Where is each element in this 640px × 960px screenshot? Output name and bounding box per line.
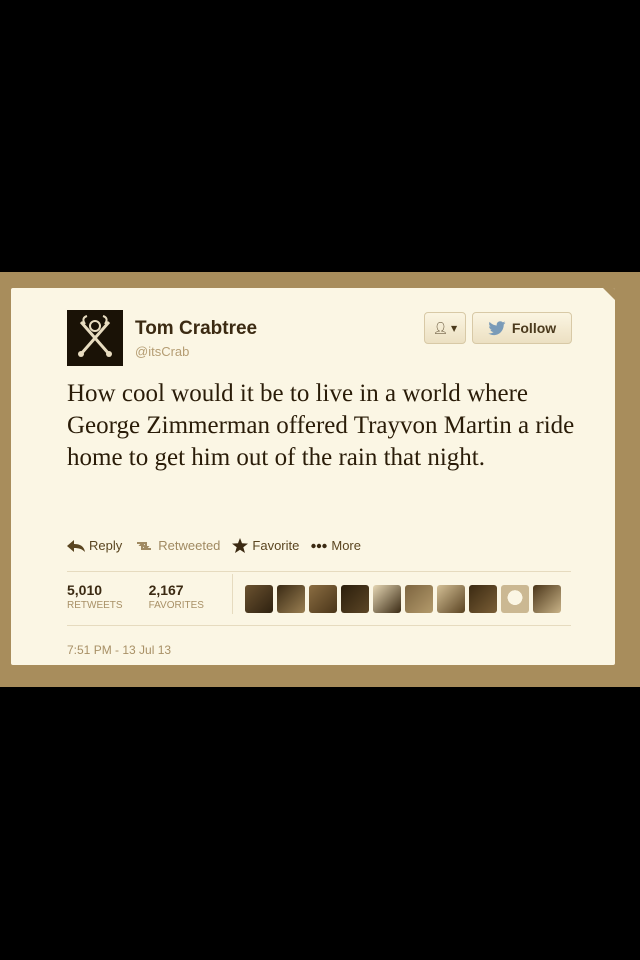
follow-label: Follow bbox=[511, 320, 557, 336]
stats-bottom-divider bbox=[67, 625, 571, 626]
retweet-button[interactable]: Retweeted bbox=[134, 538, 220, 553]
avatar-logo-icon bbox=[67, 310, 123, 366]
favoriter-avatar[interactable] bbox=[373, 585, 401, 613]
author-handle[interactable]: @itsCrab bbox=[135, 344, 189, 359]
star-icon bbox=[232, 538, 249, 553]
more-dots-icon bbox=[311, 543, 328, 548]
retweets-count: 5,010 bbox=[67, 582, 103, 598]
favoriter-avatar[interactable] bbox=[533, 585, 561, 613]
tweet-stats: 5,010 RETWEETS 2,167 FAVORITES bbox=[67, 582, 230, 611]
reply-icon bbox=[67, 539, 85, 552]
retweet-label: Retweeted bbox=[158, 538, 221, 553]
favorites-label: FAVORITES bbox=[148, 600, 204, 611]
favoriter-avatar[interactable] bbox=[501, 585, 529, 613]
favoriter-avatar[interactable] bbox=[277, 585, 305, 613]
tweet-actions: Reply Retweeted Favorite More bbox=[67, 538, 373, 553]
tweet-card: Tom Crabtree @itsCrab 👤︎ ▼ Follow How co… bbox=[11, 288, 615, 665]
tweet-timestamp[interactable]: 7:51 PM - 13 Jul 13 bbox=[67, 643, 171, 657]
stats-top-divider bbox=[67, 571, 571, 572]
retweet-icon bbox=[137, 541, 152, 550]
reply-label: Reply bbox=[89, 538, 123, 553]
favorites-stat[interactable]: 2,167 FAVORITES bbox=[149, 582, 204, 611]
favoriter-avatar[interactable] bbox=[341, 585, 369, 613]
user-dropdown-icon: 👤︎ bbox=[432, 321, 449, 335]
retweets-stat[interactable]: 5,010 RETWEETS bbox=[67, 582, 123, 611]
favorites-count: 2,167 bbox=[148, 582, 184, 598]
screenshot-frame: Tom Crabtree @itsCrab 👤︎ ▼ Follow How co… bbox=[0, 272, 640, 687]
corner-fold bbox=[603, 288, 615, 300]
favoriter-avatar[interactable] bbox=[245, 585, 273, 613]
favoriter-avatar[interactable] bbox=[469, 585, 497, 613]
user-menu-button[interactable]: 👤︎ ▼ bbox=[424, 312, 466, 344]
more-label: More bbox=[331, 538, 361, 553]
more-button[interactable]: More bbox=[311, 538, 361, 553]
chevron-down-icon: ▼ bbox=[451, 323, 458, 333]
reply-button[interactable]: Reply bbox=[67, 538, 122, 553]
favorite-label: Favorite bbox=[252, 538, 300, 553]
bird-icon bbox=[488, 320, 506, 335]
favoriter-avatars bbox=[245, 585, 561, 613]
favorite-button[interactable]: Favorite bbox=[232, 538, 299, 553]
tweet-text: How cool would it be to live in a world … bbox=[67, 380, 575, 471]
stats-separator bbox=[232, 574, 233, 614]
favoriter-avatar[interactable] bbox=[405, 585, 433, 613]
favoriter-avatar[interactable] bbox=[437, 585, 465, 613]
avatar[interactable] bbox=[67, 310, 123, 366]
favoriter-avatar[interactable] bbox=[309, 585, 337, 613]
follow-button[interactable]: Follow bbox=[472, 312, 572, 344]
author-name[interactable]: Tom Crabtree bbox=[135, 318, 257, 340]
retweets-label: RETWEETS bbox=[67, 600, 123, 611]
